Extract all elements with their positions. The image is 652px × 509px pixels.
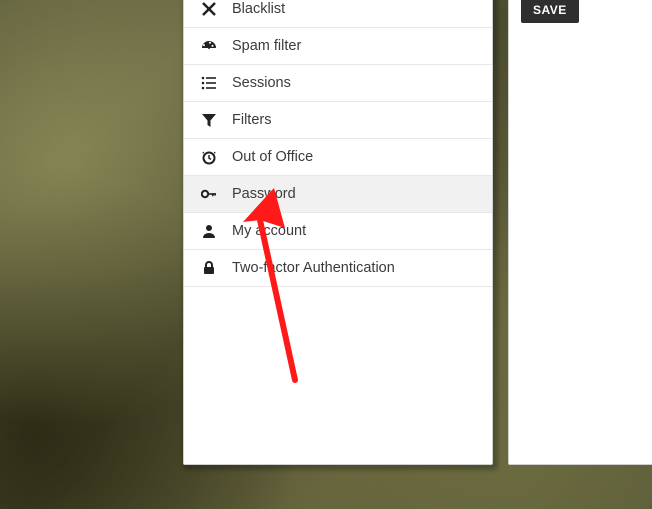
sidebar-item-filters[interactable]: Filters <box>184 102 492 139</box>
settings-sidebar: Blacklist Spam filter Sessions Filters O <box>183 0 493 465</box>
person-icon <box>200 222 218 240</box>
settings-menu: Blacklist Spam filter Sessions Filters O <box>184 0 492 287</box>
lock-icon <box>200 259 218 277</box>
sidebar-item-label: Filters <box>232 112 271 128</box>
sidebar-item-label: Password <box>232 186 296 202</box>
key-icon <box>200 185 218 203</box>
sidebar-item-label: Blacklist <box>232 1 285 17</box>
sidebar-item-sessions[interactable]: Sessions <box>184 65 492 102</box>
save-button[interactable]: SAVE <box>521 0 579 23</box>
list-icon <box>200 74 218 92</box>
sidebar-item-out-of-office[interactable]: Out of Office <box>184 139 492 176</box>
sidebar-item-label: Spam filter <box>232 38 301 54</box>
sidebar-item-label: Out of Office <box>232 149 313 165</box>
sidebar-item-password[interactable]: Password <box>184 176 492 213</box>
sidebar-item-spam-filter[interactable]: Spam filter <box>184 28 492 65</box>
sidebar-item-label: My account <box>232 223 306 239</box>
content-panel: SAVE <box>508 0 652 465</box>
gauge-icon <box>200 37 218 55</box>
x-icon <box>200 0 218 18</box>
sidebar-item-blacklist[interactable]: Blacklist <box>184 0 492 28</box>
sidebar-item-label: Sessions <box>232 75 291 91</box>
sidebar-item-label: Two-factor Authentication <box>232 260 395 276</box>
clock-icon <box>200 148 218 166</box>
funnel-icon <box>200 111 218 129</box>
sidebar-item-two-factor[interactable]: Two-factor Authentication <box>184 250 492 287</box>
sidebar-item-my-account[interactable]: My account <box>184 213 492 250</box>
